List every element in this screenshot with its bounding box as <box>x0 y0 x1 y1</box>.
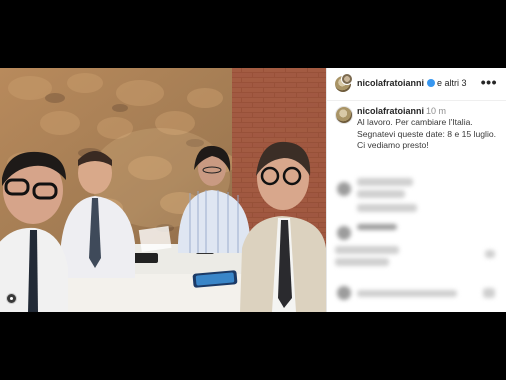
comment-like-icon[interactable] <box>483 288 495 298</box>
comment-redacted <box>357 204 417 212</box>
verified-icon <box>427 79 436 87</box>
coauthor-avatar[interactable] <box>341 73 353 85</box>
tagged-users-icon[interactable] <box>6 293 17 304</box>
caption-text: Al lavoro. Per cambiare l'Italia. Segnat… <box>357 117 505 152</box>
caption-line: Segnatevi queste date: 8 e 15 luglio. <box>357 128 497 139</box>
comment-redacted <box>357 224 397 230</box>
comment-redacted <box>357 178 413 186</box>
author-username[interactable]: nicolafratoianni <box>357 78 424 88</box>
post-sidebar: nicolafratoianni e altri 3 ••• nicolafrat… <box>326 68 506 312</box>
caption-line: Ci vediamo presto! <box>357 140 429 150</box>
comment-redacted <box>335 246 399 254</box>
post-author: nicolafratoianni e altri 3 <box>357 78 467 88</box>
other-authors[interactable]: e altri 3 <box>437 78 467 88</box>
comment-redacted <box>335 258 389 266</box>
caption-username[interactable]: nicolafratoianni <box>357 106 424 116</box>
caption-avatar[interactable] <box>335 106 353 124</box>
comment-avatar <box>337 286 351 300</box>
comment-redacted <box>357 290 457 297</box>
group-photo-illustration <box>0 68 326 312</box>
post-photo[interactable] <box>0 68 326 312</box>
comment-avatar <box>337 182 351 196</box>
comment-avatar <box>337 226 351 240</box>
post-header: nicolafratoianni e altri 3 ••• <box>327 68 506 101</box>
caption-line: Al lavoro. Per cambiare l'Italia. <box>357 117 473 127</box>
caption-meta: nicolafratoianni 10 m <box>357 106 446 116</box>
comment-redacted <box>357 190 405 198</box>
caption-time: 10 m <box>426 106 447 116</box>
instagram-post-view: nicolafratoianni e altri 3 ••• nicolafrat… <box>0 68 506 312</box>
comment-like-icon[interactable] <box>485 250 495 258</box>
more-options-icon[interactable]: ••• <box>481 74 497 90</box>
